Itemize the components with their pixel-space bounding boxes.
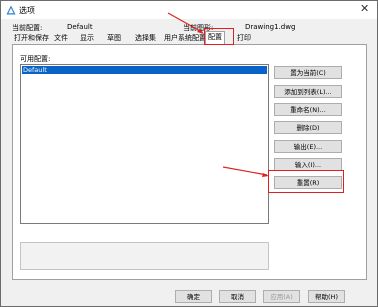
current-profile-value: Default bbox=[67, 23, 93, 31]
profiles-panel: 可用配置: Default 置为当前(C) 添加到列表(L)... 重命名(N)… bbox=[12, 44, 367, 280]
set-current-button[interactable]: 置为当前(C) bbox=[274, 66, 342, 79]
cancel-button[interactable]: 取消 bbox=[219, 290, 256, 303]
export-button[interactable]: 输出(E)... bbox=[274, 140, 342, 153]
available-profiles-label: 可用配置: bbox=[20, 55, 51, 63]
window-title: 选项 bbox=[19, 6, 35, 15]
reset-button[interactable]: 重置(R) bbox=[274, 176, 342, 189]
import-button[interactable]: 输入(I)... bbox=[274, 158, 342, 171]
apply-button[interactable]: 应用(A) bbox=[263, 290, 300, 303]
tab-profiles[interactable]: 配置 bbox=[205, 31, 225, 44]
current-drawing-value: Drawing1.dwg bbox=[245, 23, 296, 31]
tab-drafting[interactable]: 草图 bbox=[107, 33, 121, 43]
tab-open-save[interactable]: 打开和保存 bbox=[14, 33, 49, 43]
delete-button[interactable]: 删除(D) bbox=[274, 121, 342, 134]
tab-user-preferences[interactable]: 用户系统配置 bbox=[164, 33, 206, 43]
ok-button[interactable]: 确定 bbox=[175, 290, 212, 303]
tab-selection[interactable]: 选择集 bbox=[135, 33, 156, 43]
list-item[interactable]: Default bbox=[22, 66, 267, 74]
title-bar: 选项 ✕ bbox=[1, 1, 377, 19]
profiles-list[interactable]: Default bbox=[20, 64, 269, 224]
tab-plot[interactable]: 打印 bbox=[237, 33, 251, 43]
add-to-list-button[interactable]: 添加到列表(L)... bbox=[274, 85, 342, 98]
options-dialog: 选项 ✕ 当前配置: Default 当前图形: Drawing1.dwg 打开… bbox=[0, 0, 378, 307]
help-button[interactable]: 帮助(H) bbox=[308, 290, 345, 303]
close-icon[interactable]: ✕ bbox=[360, 2, 369, 15]
tab-files[interactable]: 文件 bbox=[54, 33, 68, 43]
app-icon bbox=[6, 5, 16, 15]
profile-description-box bbox=[20, 242, 269, 270]
rename-button[interactable]: 重命名(N)... bbox=[274, 103, 342, 116]
tab-display[interactable]: 显示 bbox=[80, 33, 94, 43]
current-profile-label: 当前配置: bbox=[12, 24, 43, 32]
